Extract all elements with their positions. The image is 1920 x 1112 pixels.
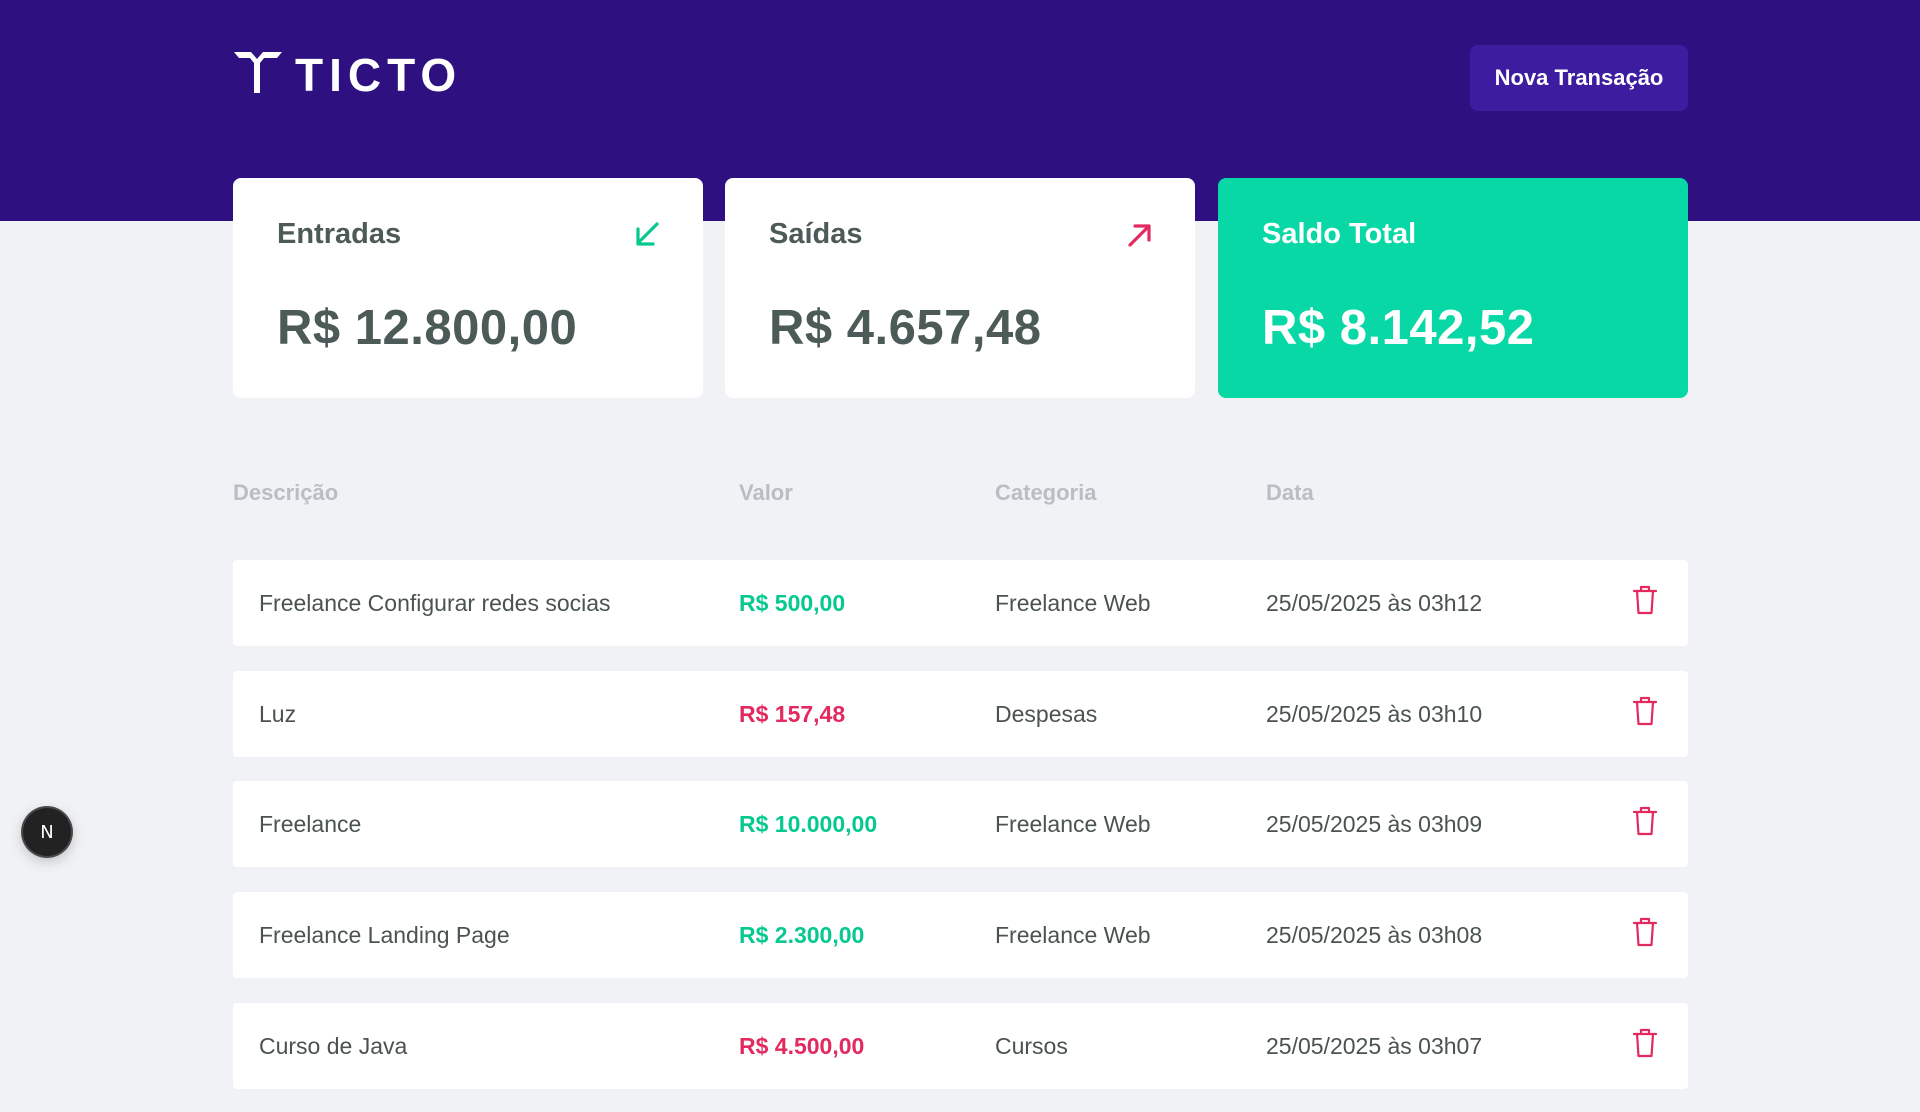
outcome-value: R$ 4.657,48	[769, 301, 1042, 355]
table-row: Freelance R$ 10.000,00 Freelance Web 25/…	[233, 781, 1688, 867]
trash-icon	[1632, 696, 1658, 725]
row-description: Freelance Landing Page	[259, 922, 510, 948]
trash-icon	[1632, 1028, 1658, 1057]
row-value: R$ 2.300,00	[739, 922, 865, 948]
delete-button[interactable]	[1630, 584, 1660, 618]
dev-badge-label: N	[40, 821, 54, 843]
ticto-logo-icon	[233, 49, 283, 100]
delete-button[interactable]	[1630, 695, 1660, 729]
table-row: Freelance Landing Page R$ 2.300,00 Freel…	[233, 892, 1688, 978]
row-category: Freelance Web	[995, 811, 1151, 837]
row-category: Cursos	[995, 1033, 1068, 1059]
row-category: Freelance Web	[995, 922, 1151, 948]
income-summary-card: Entradas R$ 12.800,00	[233, 178, 703, 398]
table-row: Luz R$ 157,48 Despesas 25/05/2025 às 03h…	[233, 671, 1688, 757]
new-transaction-button[interactable]: Nova Transação	[1470, 45, 1688, 111]
column-header-value: Valor	[739, 480, 793, 505]
row-description: Freelance Configurar redes socias	[259, 590, 611, 616]
row-description: Curso de Java	[259, 1033, 408, 1059]
table-row: Curso de Java R$ 4.500,00 Cursos 25/05/2…	[233, 1003, 1688, 1089]
row-value: R$ 10.000,00	[739, 811, 878, 837]
trash-icon	[1632, 917, 1658, 946]
brand-logo[interactable]: TICTO	[233, 49, 462, 100]
row-date: 25/05/2025 às 03h10	[1266, 701, 1483, 727]
column-header-date: Data	[1266, 480, 1314, 505]
brand-name: TICTO	[295, 48, 463, 101]
delete-button[interactable]	[1630, 916, 1660, 950]
arrow-down-left-icon	[633, 220, 663, 250]
row-date: 25/05/2025 às 03h12	[1266, 590, 1483, 616]
row-value: R$ 500,00	[739, 590, 846, 616]
outcome-summary-card: Saídas R$ 4.657,48	[725, 178, 1195, 398]
trash-icon	[1632, 585, 1658, 614]
row-value: R$ 4.500,00	[739, 1033, 865, 1059]
row-category: Despesas	[995, 701, 1098, 727]
row-date: 25/05/2025 às 03h09	[1266, 811, 1483, 837]
total-title: Saldo Total	[1262, 218, 1417, 250]
table-row: Freelance Configurar redes socias R$ 500…	[233, 560, 1688, 646]
trash-icon	[1632, 806, 1658, 835]
total-balance-card: Saldo Total R$ 8.142,52	[1218, 178, 1688, 398]
column-header-description: Descrição	[233, 480, 339, 505]
row-category: Freelance Web	[995, 590, 1151, 616]
delete-button[interactable]	[1630, 805, 1660, 839]
dev-tools-badge[interactable]: N	[23, 808, 71, 856]
delete-button[interactable]	[1630, 1027, 1660, 1061]
outcome-title: Saídas	[769, 218, 863, 250]
row-description: Freelance	[259, 811, 362, 837]
row-date: 25/05/2025 às 03h08	[1266, 922, 1483, 948]
income-value: R$ 12.800,00	[277, 301, 578, 355]
row-date: 25/05/2025 às 03h07	[1266, 1033, 1483, 1059]
arrow-up-right-icon	[1125, 220, 1155, 250]
income-title: Entradas	[277, 218, 402, 250]
row-value: R$ 157,48	[739, 701, 846, 727]
total-value: R$ 8.142,52	[1262, 301, 1535, 355]
row-description: Luz	[259, 701, 297, 727]
column-header-category: Categoria	[995, 480, 1097, 505]
